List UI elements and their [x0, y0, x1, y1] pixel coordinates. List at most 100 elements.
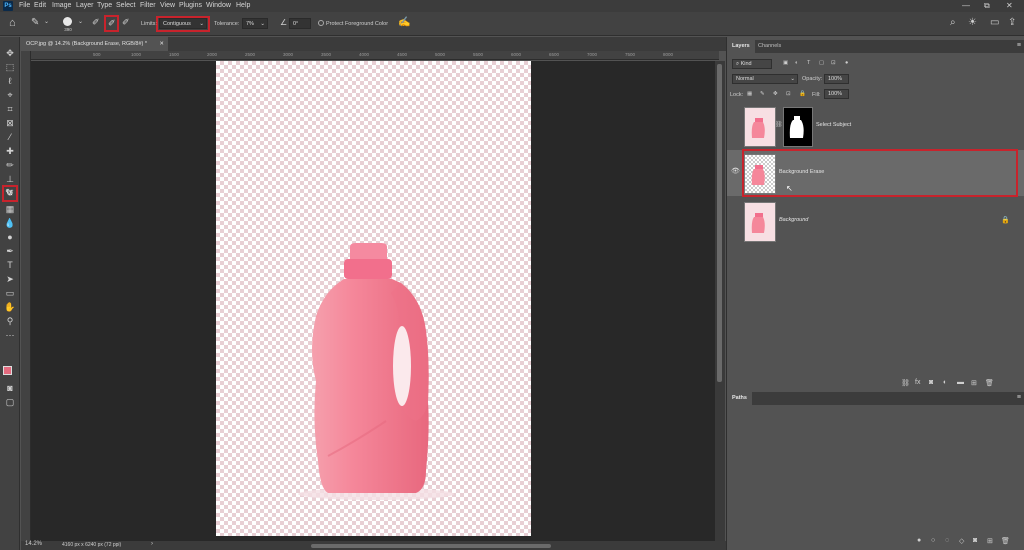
screen-mode-icon[interactable]: ▢ — [3, 397, 17, 408]
fill-path-icon[interactable]: ● — [917, 537, 921, 544]
add-style-icon[interactable]: fx — [915, 379, 920, 386]
adjustment-layer-icon[interactable]: ◐ — [943, 379, 947, 386]
brush-size-picker[interactable]: 390 — [59, 15, 77, 33]
tab-layers[interactable]: Layers — [727, 40, 755, 53]
new-layer-icon[interactable]: ⊞ — [971, 379, 977, 387]
chevron-down-icon[interactable]: ⌄ — [44, 18, 49, 25]
eye-icon[interactable]: 👁 — [731, 167, 740, 176]
gradient-tool-icon[interactable]: ▦ — [3, 204, 17, 215]
new-group-icon[interactable]: ▬ — [957, 379, 964, 386]
layer-name[interactable]: Background — [779, 217, 808, 223]
blend-mode-select[interactable]: Normal ⌄ — [732, 74, 798, 84]
menu-image[interactable]: Image — [52, 2, 71, 9]
home-icon[interactable]: ⌂ — [9, 17, 16, 29]
hand-tool-icon[interactable]: ✋ — [3, 302, 17, 313]
menu-type[interactable]: Type — [97, 2, 112, 9]
layer-mask-thumbnail[interactable] — [783, 107, 813, 147]
chevron-down-icon[interactable]: ⌄ — [78, 18, 83, 25]
lock-position-icon[interactable]: ✥ — [773, 91, 778, 97]
light-icon[interactable]: ☀ — [968, 17, 977, 28]
close-tab-icon[interactable]: ✕ — [159, 37, 164, 51]
type-tool-icon[interactable]: T — [3, 260, 17, 271]
make-work-path-icon[interactable]: ◇ — [959, 537, 964, 545]
blur-tool-icon[interactable]: 💧 — [3, 218, 17, 229]
lock-image-icon[interactable]: ✎ — [760, 91, 765, 97]
layer-row-background[interactable]: Background 🔒 — [727, 198, 1024, 244]
status-arrow-icon[interactable]: › — [151, 541, 153, 547]
mask-link-icon[interactable]: ⛓ — [775, 121, 783, 128]
menu-file[interactable]: File — [19, 2, 30, 9]
path-selection-tool-icon[interactable]: ➤ — [3, 274, 17, 285]
lock-all-icon[interactable]: 🔒 — [799, 91, 806, 97]
delete-path-icon[interactable]: 🗑 — [1001, 537, 1010, 545]
dodge-tool-icon[interactable]: ● — [3, 232, 17, 243]
tab-channels[interactable]: Channels — [753, 40, 786, 53]
tolerance-input[interactable]: 7% ⌄ — [242, 18, 268, 29]
visibility-toggle[interactable] — [731, 215, 740, 224]
load-selection-icon[interactable]: ◌ — [945, 537, 949, 544]
layer-name[interactable]: Select Subject — [816, 122, 851, 128]
lock-artboard-icon[interactable]: ⊡ — [786, 91, 791, 97]
eyedropper-tool-icon[interactable]: ⁄ — [3, 132, 17, 143]
filter-shape-icon[interactable]: ▢ — [819, 60, 824, 66]
filter-adjustment-icon[interactable]: ◐ — [795, 60, 798, 66]
filter-smart-object-icon[interactable]: ⊡ — [831, 60, 836, 66]
menu-edit[interactable]: Edit — [34, 2, 46, 9]
healing-brush-tool-icon[interactable]: ✚ — [3, 146, 17, 157]
minimize-button[interactable]: — — [962, 1, 970, 10]
zoom-level[interactable]: 14.2% — [25, 541, 42, 547]
menu-select[interactable]: Select — [116, 2, 135, 9]
filter-type-icon[interactable]: T — [807, 60, 810, 66]
frame-tool-icon[interactable]: ⊠ — [3, 118, 17, 129]
filter-pixel-icon[interactable]: ▣ — [783, 60, 788, 66]
layer-row-select-subject[interactable]: ⛓ Select Subject — [727, 103, 1024, 149]
quick-mask-icon[interactable]: ◙ — [3, 383, 17, 394]
menu-plugins[interactable]: Plugins — [179, 2, 202, 9]
limits-select[interactable]: Contiguous ⌄ — [159, 18, 207, 29]
marquee-tool-icon[interactable]: ⬚ — [3, 62, 17, 73]
filter-toggle-icon[interactable]: ● — [845, 60, 848, 66]
close-button[interactable]: ✕ — [1006, 1, 1013, 10]
sampling-background-swatch-icon[interactable]: ✐ — [122, 17, 130, 28]
lasso-tool-icon[interactable]: ℓ — [3, 76, 17, 87]
pen-tool-icon[interactable]: ✒ — [3, 246, 17, 257]
background-eraser-tool-button[interactable]: ✎ — [2, 185, 18, 202]
share-icon[interactable]: ⇪ — [1008, 17, 1016, 28]
new-path-icon[interactable]: ⊞ — [987, 537, 993, 545]
background-eraser-preset-icon[interactable]: ✎ — [31, 17, 39, 28]
scrollbar-thumb[interactable] — [717, 64, 722, 382]
menu-window[interactable]: Window — [206, 2, 231, 9]
link-layers-icon[interactable]: ⛓ — [901, 379, 910, 387]
panel-menu-icon[interactable]: ≡ — [1017, 42, 1021, 49]
brush-tool-icon[interactable]: ✏ — [3, 160, 17, 171]
document-canvas[interactable] — [216, 61, 531, 536]
vertical-scrollbar[interactable] — [715, 61, 725, 541]
menu-view[interactable]: View — [160, 2, 175, 9]
sampling-continuous-icon[interactable]: ✐ — [92, 17, 100, 28]
search-icon[interactable]: ⌕ — [950, 17, 956, 28]
panel-menu-icon[interactable]: ≡ — [1017, 394, 1021, 401]
add-mask-icon[interactable]: ◙ — [973, 537, 977, 544]
workspace-icon[interactable]: ▭ — [990, 17, 999, 28]
menu-help[interactable]: Help — [236, 2, 250, 9]
menu-filter[interactable]: Filter — [140, 2, 156, 9]
angle-input[interactable]: 0° — [289, 18, 311, 29]
foreground-color-swatch[interactable] — [3, 366, 12, 375]
move-tool-icon[interactable]: ✥ — [3, 48, 17, 59]
delete-layer-icon[interactable]: 🗑 — [985, 379, 994, 387]
rectangle-tool-icon[interactable]: ▭ — [3, 288, 17, 299]
filter-kind-select[interactable]: ⌕ Kind — [732, 59, 772, 69]
protect-foreground-checkbox[interactable] — [318, 20, 324, 26]
more-tools-icon[interactable]: ⋯ — [3, 330, 17, 341]
menu-layer[interactable]: Layer — [76, 2, 94, 9]
horizontal-scrollbar-thumb[interactable] — [311, 544, 551, 548]
fill-input[interactable]: 100% — [824, 89, 849, 99]
clone-stamp-tool-icon[interactable]: ⊥ — [3, 174, 17, 185]
stroke-path-icon[interactable]: ○ — [931, 537, 935, 544]
opacity-input[interactable]: 100% — [824, 74, 849, 84]
visibility-toggle[interactable] — [731, 120, 740, 129]
lock-transparent-icon[interactable]: ▦ — [747, 91, 752, 97]
document-tab[interactable]: OCP.jpg @ 14.2% (Background Erase, RGB/8… — [21, 37, 168, 51]
add-mask-icon[interactable]: ◙ — [929, 379, 933, 386]
pressure-size-icon[interactable]: ✍ — [398, 17, 410, 28]
